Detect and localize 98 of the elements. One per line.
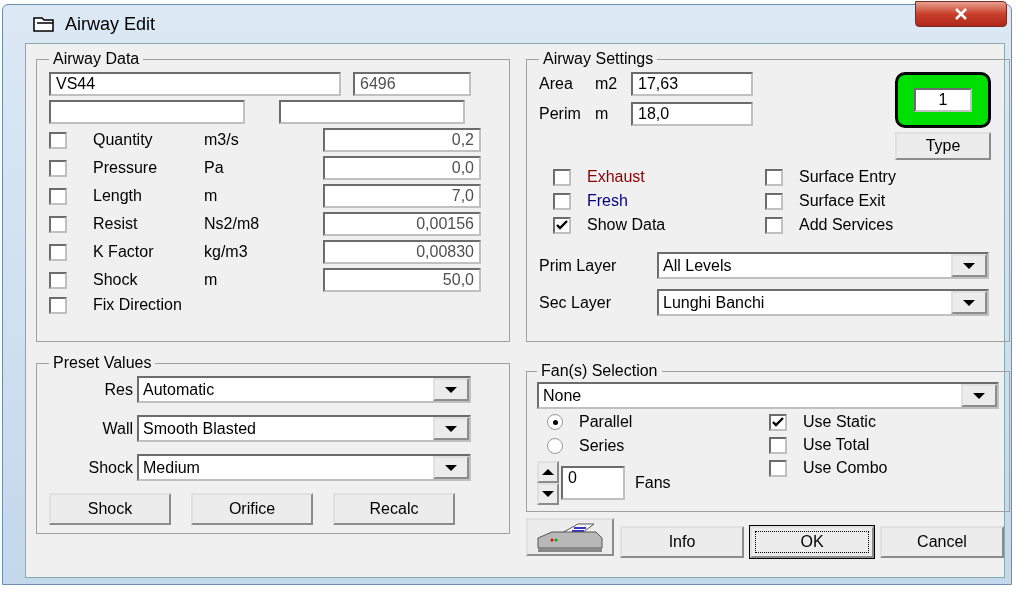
checkbox-label: Use Combo xyxy=(803,459,888,477)
field-label: Wall xyxy=(101,419,133,438)
checkbox-label: Fresh xyxy=(587,192,628,210)
value-field[interactable]: 18,0 xyxy=(631,102,753,126)
checkbox[interactable] xyxy=(49,215,67,233)
spin-down-button[interactable] xyxy=(537,483,559,505)
checkbox-label: Add Services xyxy=(799,216,894,234)
field-label: Area xyxy=(539,75,574,93)
dropdown[interactable]: None xyxy=(537,382,999,409)
caret-icon xyxy=(963,299,975,306)
row-label: Quantity xyxy=(93,131,154,149)
name-field[interactable]: VS44 xyxy=(49,72,341,96)
radio-label: Series xyxy=(579,437,625,455)
window-icon xyxy=(33,16,55,32)
checkbox[interactable] xyxy=(769,413,787,431)
spin-up-button[interactable] xyxy=(537,461,559,483)
checkbox[interactable] xyxy=(49,271,67,289)
checkbox[interactable] xyxy=(49,187,67,205)
checkbox[interactable] xyxy=(765,216,783,234)
checkbox[interactable] xyxy=(769,459,787,477)
value-field[interactable]: 0,0 xyxy=(323,156,481,180)
dialog-button[interactable]: Info xyxy=(620,526,744,558)
radio-button[interactable] xyxy=(547,414,563,430)
input-field[interactable] xyxy=(279,100,465,124)
row-label: K Factor xyxy=(93,243,155,261)
unit-label: m2 xyxy=(595,75,619,93)
unit-label: Ns2/m8 xyxy=(204,215,261,233)
dropdown[interactable]: Medium xyxy=(137,454,471,481)
unit-label: Pa xyxy=(204,159,225,177)
group-title: Airway Settings xyxy=(542,50,655,68)
dropdown[interactable]: Smooth Blasted xyxy=(137,415,471,442)
checkbox[interactable] xyxy=(49,296,67,314)
checkbox-label: Use Static xyxy=(803,413,876,431)
checkbox[interactable] xyxy=(49,159,67,177)
row-label: Resist xyxy=(93,215,139,233)
unit-label: m3/s xyxy=(204,131,240,149)
value-field[interactable]: 0,00830 xyxy=(323,240,481,264)
checkbox[interactable] xyxy=(769,436,787,454)
unit-label: m xyxy=(595,105,610,123)
dialog-button[interactable]: Cancel xyxy=(880,526,1004,558)
value-field[interactable]: 17,63 xyxy=(631,72,753,96)
checkbox[interactable] xyxy=(553,168,571,186)
radio-label: Parallel xyxy=(579,413,633,431)
unit-label: kg/m3 xyxy=(204,243,249,261)
value-field[interactable]: 50,0 xyxy=(323,268,481,292)
dropdown[interactable]: Automatic xyxy=(137,376,471,403)
action-button[interactable]: Orifice xyxy=(191,493,313,525)
field-label: Perim xyxy=(539,105,582,123)
checkbox-label: Fix Direction xyxy=(93,296,182,314)
window-title: Airway Edit xyxy=(65,13,156,35)
caret-icon xyxy=(445,464,457,471)
input-field[interactable] xyxy=(49,100,245,124)
checkbox[interactable] xyxy=(765,168,783,186)
caret-icon xyxy=(542,469,554,475)
row-label: Shock xyxy=(93,271,139,289)
group-title: Preset Values xyxy=(52,354,153,372)
checkbox-label: Surface Exit xyxy=(799,192,886,210)
group-title: Fan(s) Selection xyxy=(540,362,659,380)
close-button[interactable] xyxy=(915,1,1007,27)
field-label: Prim Layer xyxy=(539,256,618,275)
checkbox-label: Exhaust xyxy=(587,168,645,186)
action-button[interactable]: Shock xyxy=(49,493,171,525)
field-label: Shock xyxy=(87,458,133,477)
field-label: Sec Layer xyxy=(539,293,613,312)
radio-button[interactable] xyxy=(547,438,563,454)
dialog-button[interactable]: OK xyxy=(750,526,874,558)
checkbox[interactable] xyxy=(765,192,783,210)
caret-icon xyxy=(445,386,457,393)
value-field[interactable]: 0,2 xyxy=(323,128,481,152)
row-label: Length xyxy=(93,187,143,205)
checkbox-label: Use Total xyxy=(803,436,870,454)
unit-label: m xyxy=(204,187,219,205)
unit-label: m xyxy=(204,271,219,289)
value-field[interactable]: 0,00156 xyxy=(323,212,481,236)
print-button[interactable] xyxy=(526,518,614,556)
group-title: Airway Data xyxy=(52,50,141,68)
checkbox[interactable] xyxy=(49,131,67,149)
checkbox[interactable] xyxy=(49,243,67,261)
checkbox[interactable] xyxy=(553,216,571,234)
fan-count-field[interactable]: 0 xyxy=(561,466,625,500)
checkbox[interactable] xyxy=(553,192,571,210)
checkbox-label: Surface Entry xyxy=(799,168,896,186)
field-label: Res xyxy=(103,380,133,399)
number-field[interactable]: 6496 xyxy=(353,72,471,96)
caret-icon xyxy=(973,392,985,399)
checkbox-label: Show Data xyxy=(587,216,666,234)
dropdown[interactable]: Lunghi Banchi xyxy=(657,289,989,316)
type-value: 1 xyxy=(914,88,972,112)
value-field[interactable]: 7,0 xyxy=(323,184,481,208)
caret-icon xyxy=(963,262,975,269)
type-button[interactable]: Type xyxy=(895,132,991,160)
dropdown[interactable]: All Levels xyxy=(657,252,989,279)
close-icon xyxy=(954,8,968,20)
field-label: Fans xyxy=(635,474,671,492)
action-button[interactable]: Recalc xyxy=(333,493,455,525)
row-label: Pressure xyxy=(93,159,159,177)
caret-icon xyxy=(445,425,457,432)
caret-icon xyxy=(542,491,554,497)
